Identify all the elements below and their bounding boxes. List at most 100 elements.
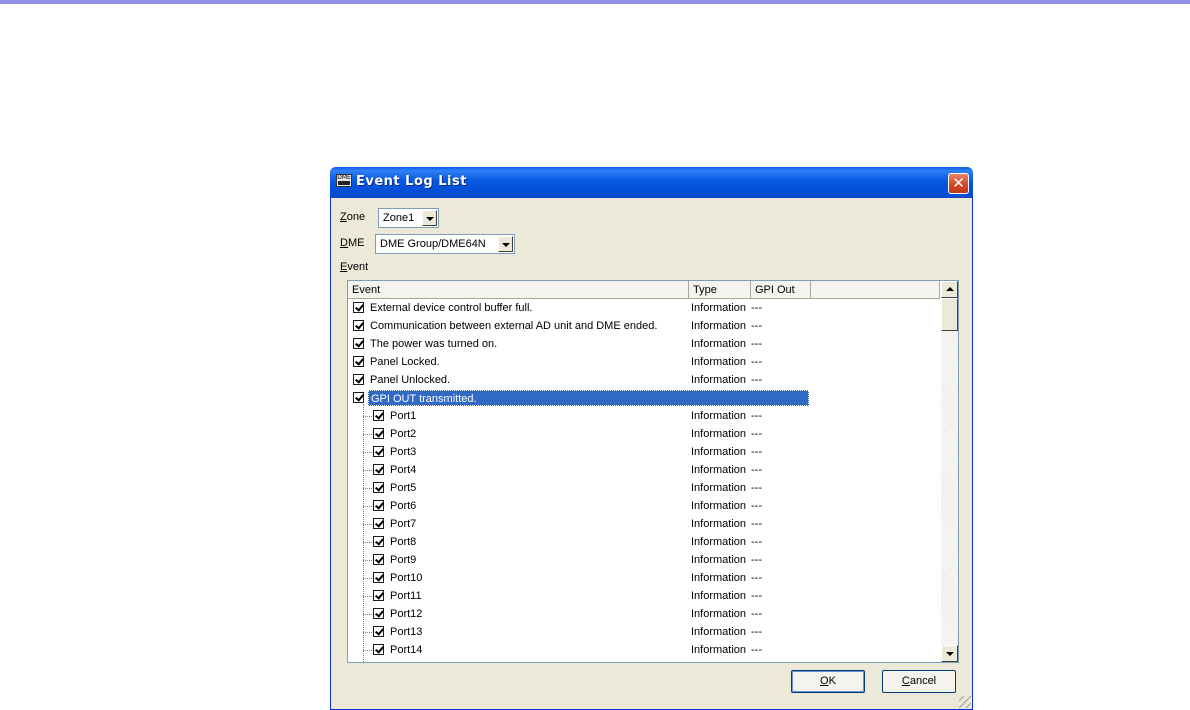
- row-checkbox[interactable]: [373, 500, 384, 511]
- row-checkbox[interactable]: [373, 428, 384, 439]
- tree-child-row[interactable]: Port3 Information ---: [348, 443, 940, 461]
- row-checkbox[interactable]: [373, 482, 384, 493]
- event-list[interactable]: Event Type GPI Out External device contr…: [347, 280, 959, 663]
- event-name: The power was turned on.: [370, 338, 498, 350]
- event-type: Information: [691, 626, 747, 638]
- event-type: Information: [691, 446, 747, 458]
- column-header-type[interactable]: Type: [689, 281, 751, 299]
- scroll-thumb[interactable]: [941, 298, 958, 331]
- window-title: Event Log List: [356, 174, 467, 189]
- tree-child-row[interactable]: Port2 Information ---: [348, 425, 940, 443]
- row-checkbox[interactable]: [373, 518, 384, 529]
- tree-child-row[interactable]: Port10 Information ---: [348, 569, 940, 587]
- row-checkbox[interactable]: [373, 608, 384, 619]
- gpi-out-value: ---: [751, 482, 762, 494]
- tree-connector: [363, 488, 372, 489]
- row-checkbox[interactable]: [373, 626, 384, 637]
- row-checkbox[interactable]: [353, 338, 364, 349]
- gpi-out-value: ---: [751, 446, 762, 458]
- tree-connector: [363, 524, 372, 525]
- close-button[interactable]: ✕: [948, 173, 969, 194]
- row-checkbox[interactable]: [373, 644, 384, 655]
- tree-child-row[interactable]: Port9 Information ---: [348, 551, 940, 569]
- row-checkbox[interactable]: [353, 392, 364, 403]
- column-header-event[interactable]: Event: [348, 281, 689, 299]
- chevron-down-icon[interactable]: [498, 236, 513, 252]
- row-checkbox[interactable]: [373, 410, 384, 421]
- list-item[interactable]: The power was turned on. Information ---: [348, 335, 940, 353]
- event-type: Information: [691, 554, 747, 566]
- event-name: Port7: [390, 518, 417, 530]
- tree-child-row[interactable]: Port6 Information ---: [348, 497, 940, 515]
- row-checkbox[interactable]: [353, 374, 364, 385]
- event-name: Port3: [390, 446, 417, 458]
- column-header-gpi-out[interactable]: GPI Out: [751, 281, 811, 299]
- tree-child-row[interactable]: Port1 Information ---: [348, 407, 940, 425]
- tree-child-row[interactable]: Port8 Information ---: [348, 533, 940, 551]
- row-checkbox[interactable]: [373, 446, 384, 457]
- event-type: Information: [691, 608, 747, 620]
- tree-connector: [363, 452, 372, 453]
- list-item[interactable]: Panel Unlocked. Information ---: [348, 371, 940, 389]
- event-name: Port12: [390, 608, 423, 620]
- gpi-out-value: ---: [751, 410, 762, 422]
- scroll-up-button[interactable]: [941, 281, 958, 298]
- list-item[interactable]: GPI OUT transmitted.: [348, 389, 940, 407]
- tree-child-row[interactable]: Port13 Information ---: [348, 623, 940, 641]
- gpi-out-value: ---: [751, 644, 762, 656]
- gpi-out-value: ---: [751, 500, 762, 512]
- chevron-down-icon[interactable]: [422, 210, 437, 226]
- tree-connector: [363, 560, 372, 561]
- list-item[interactable]: Panel Locked. Information ---: [348, 353, 940, 371]
- gpi-out-value: ---: [751, 320, 762, 332]
- dme-select[interactable]: DME Group/DME64N: [375, 234, 515, 254]
- gpi-out-value: ---: [751, 536, 762, 548]
- dme-label: DME: [340, 237, 365, 249]
- row-checkbox[interactable]: [353, 356, 364, 367]
- tree-child-row[interactable]: Port5 Information ---: [348, 479, 940, 497]
- title-bar[interactable]: DME Event Log List ✕: [330, 167, 973, 198]
- event-type: Information: [691, 590, 747, 602]
- row-checkbox[interactable]: [373, 572, 384, 583]
- event-type: Information: [691, 410, 747, 422]
- event-name: Port5: [390, 482, 417, 494]
- event-type: Information: [691, 356, 747, 368]
- dme-select-value: DME Group/DME64N: [380, 238, 486, 250]
- row-checkbox[interactable]: [373, 464, 384, 475]
- gpi-out-value: ---: [751, 464, 762, 476]
- resize-grip[interactable]: [959, 696, 971, 708]
- vertical-scrollbar[interactable]: [941, 281, 958, 662]
- event-type: Information: [691, 482, 747, 494]
- top-accent-bar: [0, 0, 1190, 4]
- event-name: Port4: [390, 464, 417, 476]
- event-name: Port13: [390, 626, 423, 638]
- event-name: Panel Unlocked.: [370, 374, 451, 386]
- gpi-out-value: ---: [751, 374, 762, 386]
- tree-child-row[interactable]: Port14 Information ---: [348, 641, 940, 659]
- event-name: Communication between external AD unit a…: [370, 320, 658, 332]
- list-item[interactable]: External device control buffer full. Info…: [348, 299, 940, 317]
- row-checkbox[interactable]: [353, 320, 364, 331]
- tree-child-row[interactable]: Port11 Information ---: [348, 587, 940, 605]
- column-header-blank: [811, 281, 940, 299]
- tree-child-row[interactable]: Port12 Information ---: [348, 605, 940, 623]
- dme-app-icon: DME: [336, 174, 352, 187]
- zone-select[interactable]: Zone1: [378, 208, 439, 228]
- scroll-down-button[interactable]: [941, 645, 958, 662]
- gpi-out-value: ---: [751, 302, 762, 314]
- event-name: External device control buffer full.: [370, 302, 533, 314]
- tree-child-row[interactable]: Port4 Information ---: [348, 461, 940, 479]
- event-type: Information: [691, 338, 747, 350]
- event-rows: External device control buffer full. Info…: [348, 299, 940, 662]
- list-item[interactable]: Communication between external AD unit a…: [348, 317, 940, 335]
- tree-child-row[interactable]: Port7 Information ---: [348, 515, 940, 533]
- row-checkbox[interactable]: [373, 536, 384, 547]
- close-icon: ✕: [952, 174, 965, 192]
- cancel-button[interactable]: Cancel: [882, 670, 956, 693]
- row-checkbox[interactable]: [373, 590, 384, 601]
- tree-connector: [363, 578, 372, 579]
- ok-button[interactable]: OK: [791, 670, 865, 693]
- row-checkbox[interactable]: [353, 302, 364, 313]
- row-checkbox[interactable]: [373, 554, 384, 565]
- event-name: Port9: [390, 554, 417, 566]
